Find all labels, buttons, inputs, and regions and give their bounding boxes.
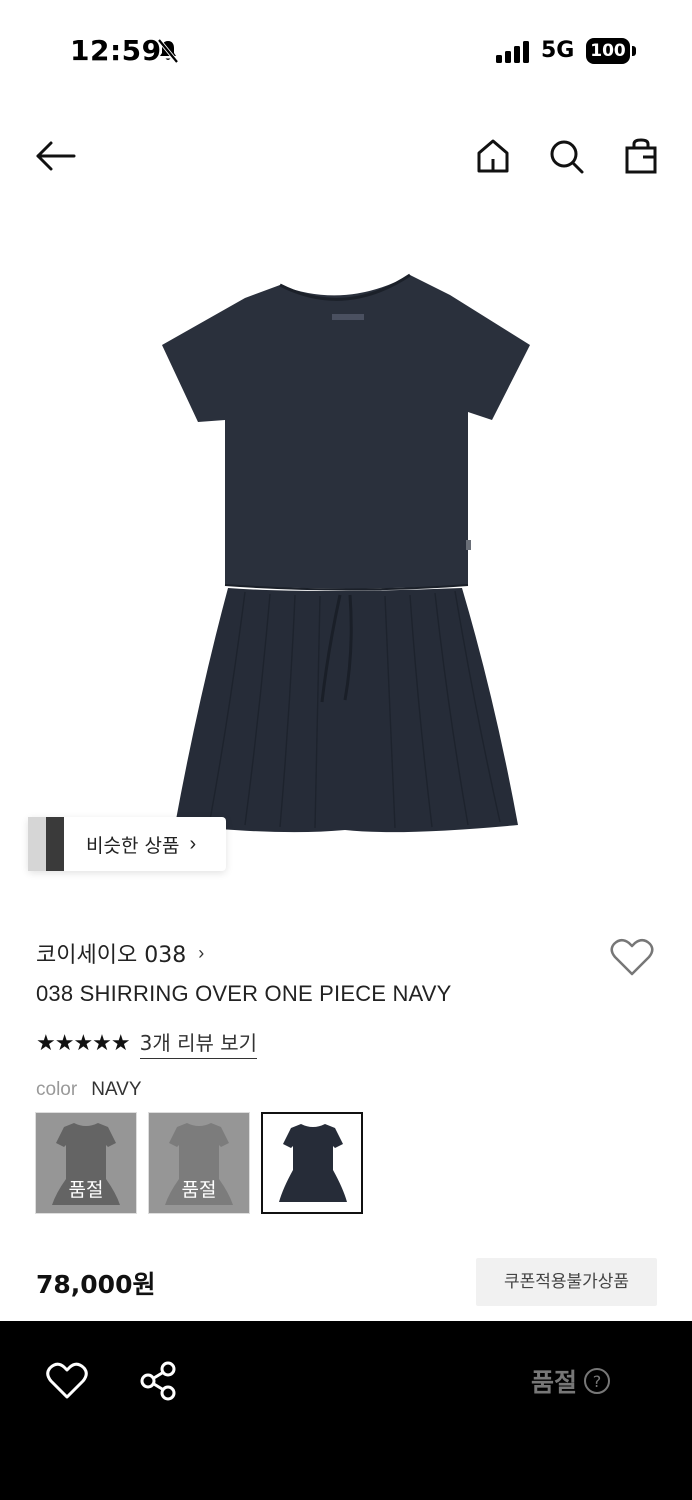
color-swatch-navy[interactable] — [261, 1112, 363, 1214]
color-row: color NAVY — [36, 1079, 142, 1101]
brand-link[interactable]: 코이세이오 038 › — [36, 938, 205, 969]
signal-icon — [496, 41, 529, 63]
color-value: NAVY — [91, 1079, 142, 1100]
svg-text:?: ? — [593, 1372, 602, 1391]
soldout-label: 품절 — [181, 1179, 217, 1201]
arrow-left-icon — [36, 141, 76, 171]
back-button[interactable] — [32, 132, 80, 180]
product-title: 038 SHIRRING OVER ONE PIECE NAVY — [36, 981, 452, 1006]
soldout-label: 품절 — [531, 1368, 578, 1397]
color-swatch-black[interactable]: 품절 — [35, 1112, 137, 1214]
bottom-action-bar: 품절 ? — [0, 1321, 692, 1500]
soldout-status: 품절 ? — [531, 1363, 611, 1399]
coupon-badge: 쿠폰적용불가상품 — [476, 1258, 657, 1306]
product-image-area[interactable]: 비슷한 상품 › — [0, 220, 692, 900]
chevron-right-icon: › — [189, 832, 197, 855]
review-link[interactable]: 3개 리뷰 보기 — [139, 1027, 258, 1059]
share-icon[interactable] — [138, 1361, 178, 1401]
bell-slash-icon — [157, 38, 179, 64]
soldout-label: 품절 — [68, 1179, 104, 1201]
home-icon — [477, 139, 509, 173]
home-button[interactable] — [469, 132, 517, 180]
similar-thumbnail — [28, 817, 64, 871]
battery-icon: 100 — [586, 38, 636, 64]
search-button[interactable] — [542, 132, 590, 180]
nav-bar — [0, 120, 692, 196]
price: 78,000원 — [36, 1270, 156, 1299]
cart-button[interactable] — [617, 132, 665, 180]
color-swatch-gray[interactable]: 품절 — [148, 1112, 250, 1214]
heart-icon[interactable] — [46, 1361, 88, 1401]
similar-products-label: 비슷한 상품 — [86, 834, 180, 857]
chevron-right-icon: › — [198, 942, 205, 963]
shopping-bag-icon — [625, 138, 657, 174]
wishlist-heart-icon[interactable] — [609, 936, 655, 978]
status-time: 12:59 — [70, 34, 162, 67]
color-label: color — [36, 1079, 78, 1100]
brand-name: 코이세이오 038 — [36, 943, 187, 968]
similar-products-button[interactable]: 비슷한 상품 › — [28, 817, 226, 871]
product-photo — [162, 273, 530, 833]
swatch-dress-image — [279, 1124, 347, 1202]
network-label: 5G — [541, 38, 575, 63]
status-bar: 12:59 5G 100 — [0, 0, 692, 100]
star-rating: ★★★★★ — [36, 1030, 131, 1055]
battery-level: 100 — [586, 38, 630, 64]
rating-row: ★★★★★ 3개 리뷰 보기 — [36, 1027, 258, 1059]
question-circle-icon[interactable]: ? — [583, 1367, 611, 1395]
battery-tip — [632, 46, 636, 56]
search-icon — [550, 140, 584, 174]
